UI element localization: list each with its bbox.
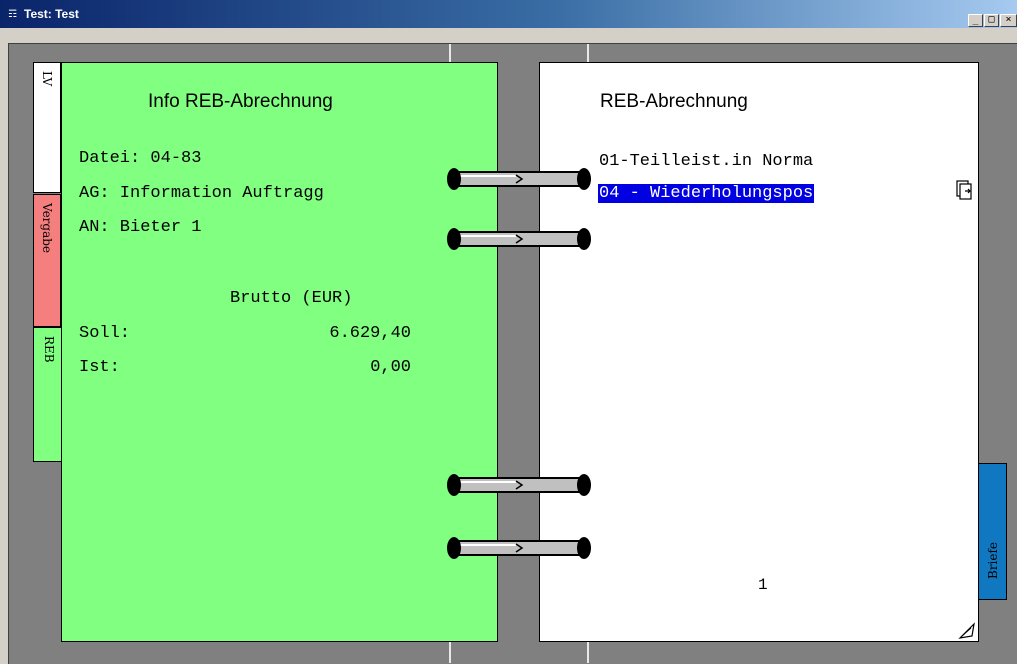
- ruler-tick: [587, 44, 589, 62]
- ag-label: AG: Information Auftragg: [79, 184, 324, 203]
- page-number: 1: [758, 576, 768, 594]
- soll-label: Soll:: [79, 324, 131, 343]
- tab-briefe-label: Briefe: [985, 541, 1000, 579]
- ist-label: Ist:: [79, 358, 120, 377]
- binder-ring: [447, 474, 591, 496]
- ruler-tick: [449, 642, 451, 663]
- tab-vergabe-label: Vergabe: [40, 203, 54, 254]
- binder-ring: [447, 537, 591, 559]
- soll-value: 6.629,40: [329, 324, 411, 343]
- right-page: [539, 62, 979, 642]
- window-title: Test: Test: [24, 7, 79, 21]
- brutto-header: Brutto (EUR): [230, 289, 353, 308]
- list-item[interactable]: 01-Teilleist.in Norma: [599, 152, 813, 171]
- tab-vergabe[interactable]: Vergabe: [33, 194, 61, 327]
- ist-value: 0,00: [370, 358, 411, 377]
- page-corner-icon[interactable]: [958, 622, 976, 640]
- right-page-heading: REB-Abrechnung: [600, 91, 748, 112]
- tab-briefe[interactable]: Briefe: [978, 463, 1007, 600]
- close-button[interactable]: ×: [1000, 14, 1017, 27]
- ruler-tick: [587, 642, 589, 663]
- minimize-button[interactable]: _: [968, 14, 983, 27]
- book-icon: ☶: [8, 9, 17, 20]
- an-label: AN: Bieter 1: [79, 218, 202, 237]
- left-page-heading: Info REB-Abrechnung: [148, 91, 333, 112]
- datei-label: Datei: 04-83: [79, 149, 202, 168]
- list-item-selected[interactable]: 04 - Wiederholungspos: [598, 184, 815, 203]
- binder-ring: [447, 168, 591, 190]
- tab-lv-label: LV: [40, 71, 54, 87]
- tab-lv[interactable]: LV: [33, 62, 61, 193]
- title-bar[interactable]: ☶ Test: Test: [0, 0, 1017, 28]
- ruler-tick: [449, 44, 451, 62]
- document-icon[interactable]: [956, 180, 974, 200]
- binder-ring: [447, 228, 591, 250]
- tab-reb[interactable]: REB: [33, 327, 63, 462]
- maximize-button[interactable]: □: [984, 14, 999, 27]
- tab-reb-label: REB: [41, 336, 56, 363]
